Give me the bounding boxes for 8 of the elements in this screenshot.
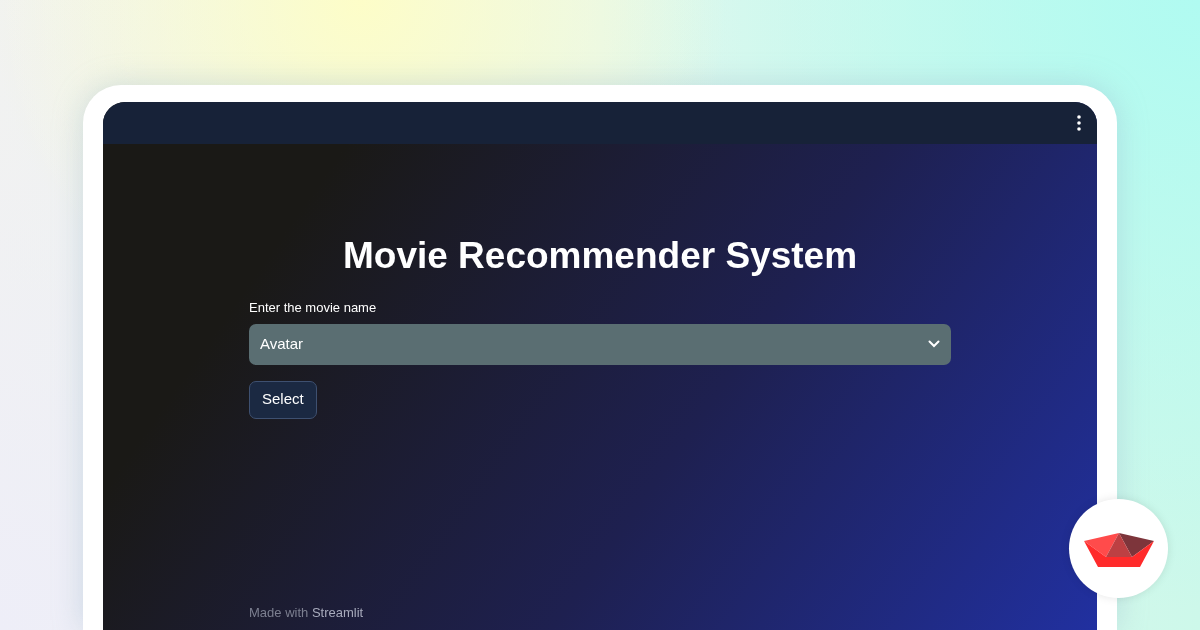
chevron-down-icon <box>928 340 940 348</box>
field-label: Enter the movie name <box>249 299 378 317</box>
menu-icon[interactable] <box>1077 115 1081 131</box>
movie-select[interactable]: Avatar <box>249 323 951 365</box>
footer-text: Made with <box>249 604 309 620</box>
page-title: Movie Recommender System <box>341 234 859 278</box>
footer-link[interactable]: Streamlit <box>311 604 364 620</box>
select-button[interactable]: Select <box>249 380 317 419</box>
